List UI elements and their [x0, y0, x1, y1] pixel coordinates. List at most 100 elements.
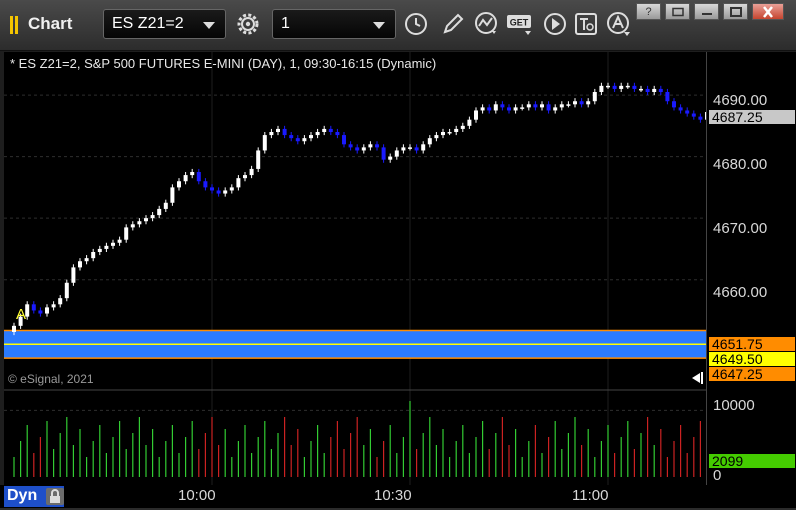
chart-plot-area[interactable]: A * ES Z21=2, S&P 500 FUTURES E-MINI (DA… — [4, 52, 709, 485]
help-button[interactable]: ? — [636, 3, 661, 20]
play-button[interactable] — [540, 9, 570, 39]
candle-body — [157, 208, 162, 216]
candle-body — [262, 135, 267, 151]
candle-body — [361, 147, 366, 151]
candle-body — [388, 156, 393, 160]
candle-body — [64, 282, 69, 299]
candle-body — [322, 128, 327, 132]
candle-body — [12, 325, 16, 332]
close-button[interactable] — [752, 3, 784, 20]
lock-icon[interactable] — [46, 488, 64, 505]
price-tick-label: 4660.00 — [713, 284, 768, 301]
current-price-tag: 4687.25 — [709, 110, 795, 124]
settings-gear-button[interactable] — [233, 9, 263, 39]
candle-body — [276, 128, 280, 132]
candle-body — [698, 116, 703, 120]
dynamic-mode-label: Dyn — [7, 487, 38, 504]
candle-body — [579, 101, 584, 105]
candle-body — [256, 150, 261, 169]
candle-body — [163, 202, 168, 209]
dynamic-mode-button[interactable]: Dyn — [4, 486, 64, 507]
candle-body — [216, 190, 221, 194]
candle-body — [223, 190, 228, 194]
candle-body — [540, 104, 544, 108]
candle-body — [685, 110, 690, 114]
candle-body — [533, 104, 538, 108]
candle-body — [104, 245, 109, 249]
candle-body — [196, 172, 201, 182]
text-tool-icon — [575, 13, 597, 35]
candle-body — [368, 144, 373, 148]
candle-body — [381, 147, 386, 160]
minimize-button[interactable] — [694, 3, 719, 20]
close-icon — [763, 5, 773, 18]
candle-body — [117, 239, 122, 243]
candle-body — [289, 135, 294, 139]
gear-icon — [237, 13, 259, 35]
price-tick-label: 4690.00 — [713, 92, 768, 109]
candle-body — [38, 310, 43, 314]
candle-body — [210, 187, 214, 191]
marker-label: A — [16, 306, 26, 323]
get-data-button[interactable]: GET — [505, 9, 535, 39]
candle-body — [229, 187, 234, 191]
candle-body — [91, 252, 96, 259]
candle-body — [84, 258, 89, 262]
candle-body — [130, 224, 135, 228]
studies-button[interactable] — [472, 9, 502, 39]
minimize-icon — [701, 12, 712, 15]
price-axis[interactable]: 4690.00 4680.00 4670.00 4660.00 4687.25 … — [706, 52, 796, 485]
candle-body — [500, 104, 505, 108]
candle-body — [124, 227, 129, 240]
candle-body — [302, 138, 307, 142]
candle-body — [460, 125, 465, 129]
chart-icon — [10, 16, 20, 34]
interval-value: 1 — [281, 15, 290, 32]
candle-body — [401, 147, 406, 151]
candle-body — [467, 119, 472, 126]
candle-body — [513, 107, 518, 111]
candle-body — [691, 113, 696, 117]
text-tool-button[interactable] — [571, 9, 601, 39]
draw-tool-button[interactable] — [438, 9, 468, 39]
candle-body — [97, 248, 102, 252]
alert-button[interactable] — [604, 9, 634, 39]
candle-body — [645, 88, 650, 92]
candle-body — [45, 307, 49, 314]
candle-body — [355, 147, 360, 151]
candle-body — [315, 132, 320, 136]
candle-body — [592, 92, 597, 102]
restore-button[interactable] — [665, 3, 690, 20]
candle-body — [51, 304, 56, 308]
candle-body — [78, 261, 82, 268]
candle-body — [394, 150, 399, 157]
candle-body — [599, 85, 604, 92]
scroll-end-icon — [692, 372, 703, 384]
candle-body — [243, 175, 247, 179]
restore-icon — [671, 7, 684, 16]
candle-body — [150, 215, 155, 219]
candle-body — [665, 92, 670, 102]
candle-body — [441, 132, 445, 136]
candle-body — [282, 128, 287, 136]
chart-window: Chart ES Z21=2 1 GET ? A * ES Z21=2, S&P… — [0, 0, 796, 508]
level-tag-upper: 4651.75 — [709, 337, 795, 351]
maximize-button[interactable] — [723, 3, 748, 20]
interval-combo[interactable]: 1 — [272, 9, 396, 39]
candle-body — [573, 101, 577, 105]
time-axis[interactable]: 10:00 10:30 11:00 — [0, 485, 796, 508]
candle-body — [408, 147, 412, 149]
current-volume-tag: 2099 — [709, 454, 795, 468]
candle-body — [144, 218, 148, 222]
symbol-combo[interactable]: ES Z21=2 — [103, 9, 226, 39]
candle-body — [295, 138, 300, 142]
candle-body — [487, 107, 492, 111]
candle-body — [546, 104, 551, 111]
candle-body — [612, 85, 617, 89]
candle-body — [559, 104, 564, 108]
candle-body — [480, 107, 485, 111]
candle-body — [375, 144, 379, 148]
price-tick-label: 4670.00 — [713, 220, 768, 237]
time-button[interactable] — [401, 9, 431, 39]
candle-body — [434, 135, 439, 139]
